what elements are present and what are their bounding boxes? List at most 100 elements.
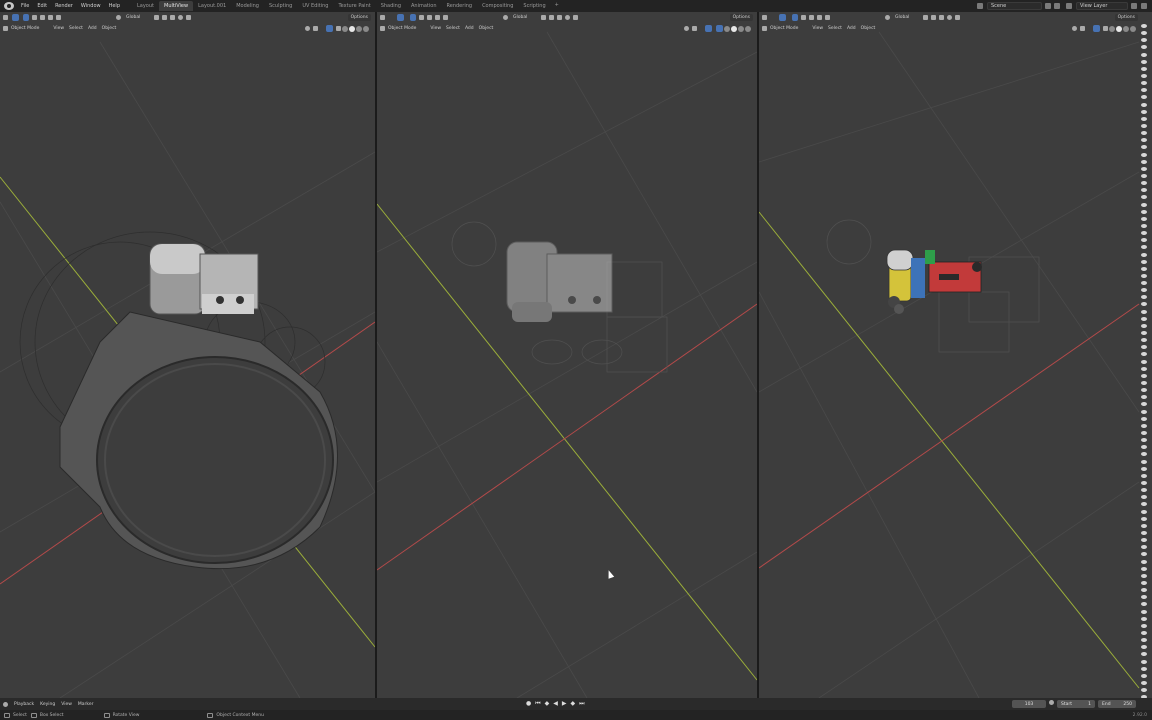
eye-icon[interactable] bbox=[1140, 295, 1147, 300]
view-layer-selector[interactable]: View Layer bbox=[1076, 2, 1128, 10]
eye-icon[interactable] bbox=[1140, 302, 1147, 307]
tab-shading[interactable]: Shading bbox=[376, 1, 406, 11]
eye-icon[interactable] bbox=[1140, 202, 1147, 207]
eye-icon[interactable] bbox=[1140, 530, 1147, 535]
menu-playback[interactable]: Playback bbox=[14, 702, 34, 707]
eye-icon[interactable] bbox=[1140, 123, 1147, 128]
eye-icon[interactable] bbox=[1140, 481, 1147, 485]
eye-icon[interactable] bbox=[1140, 231, 1147, 236]
eye-icon[interactable] bbox=[1140, 402, 1147, 407]
blender-logo-icon[interactable] bbox=[4, 2, 14, 10]
eye-icon[interactable] bbox=[1140, 145, 1147, 150]
menu-view[interactable]: View bbox=[61, 702, 72, 707]
eye-icon[interactable] bbox=[1140, 523, 1147, 528]
eye-icon[interactable] bbox=[1140, 666, 1147, 671]
eye-icon[interactable] bbox=[1140, 652, 1147, 657]
tab-layout-001[interactable]: Layout.001 bbox=[193, 1, 231, 11]
delete-view-layer-icon[interactable] bbox=[1141, 3, 1147, 9]
eye-icon[interactable] bbox=[1140, 623, 1147, 628]
eye-icon[interactable] bbox=[1140, 438, 1147, 443]
start-frame-field[interactable]: Start 1 bbox=[1057, 700, 1095, 708]
eye-icon[interactable] bbox=[1140, 602, 1147, 607]
eye-icon[interactable] bbox=[1140, 31, 1147, 36]
eye-icon[interactable] bbox=[1140, 316, 1147, 321]
tab-scripting[interactable]: Scripting bbox=[518, 1, 550, 11]
eye-icon[interactable] bbox=[1140, 323, 1147, 328]
eye-icon[interactable] bbox=[1140, 573, 1147, 578]
record-icon[interactable]: ● bbox=[526, 700, 531, 708]
eye-icon[interactable] bbox=[1140, 131, 1147, 136]
scene-canvas[interactable] bbox=[377, 12, 757, 698]
eye-icon[interactable] bbox=[1140, 281, 1147, 286]
motor-unit-object[interactable] bbox=[149, 243, 259, 315]
tab-texture-paint[interactable]: Texture Paint bbox=[333, 1, 375, 11]
menu-marker[interactable]: Marker bbox=[78, 702, 94, 707]
tab-uv-editing[interactable]: UV Editing bbox=[297, 1, 333, 11]
tab-sculpting[interactable]: Sculpting bbox=[264, 1, 297, 11]
eye-icon[interactable] bbox=[1140, 59, 1147, 64]
eye-icon[interactable] bbox=[1140, 95, 1147, 100]
tab-rendering[interactable]: Rendering bbox=[442, 1, 478, 11]
eye-icon[interactable] bbox=[1140, 580, 1147, 585]
eye-icon[interactable] bbox=[1140, 45, 1147, 50]
eye-icon[interactable] bbox=[1140, 173, 1147, 178]
eye-icon[interactable] bbox=[1140, 559, 1147, 564]
eye-icon[interactable] bbox=[1140, 259, 1147, 264]
eye-icon[interactable] bbox=[1140, 673, 1147, 678]
eye-icon[interactable] bbox=[1140, 473, 1147, 478]
eye-icon[interactable] bbox=[1140, 516, 1147, 521]
eye-icon[interactable] bbox=[1140, 152, 1147, 157]
eye-icon[interactable] bbox=[1140, 181, 1147, 186]
eye-icon[interactable] bbox=[1140, 359, 1147, 364]
menu-render[interactable]: Render bbox=[51, 3, 77, 9]
eye-icon[interactable] bbox=[1140, 345, 1147, 350]
scene-canvas[interactable] bbox=[759, 12, 1152, 698]
eye-icon[interactable] bbox=[1140, 459, 1147, 464]
eye-icon[interactable] bbox=[1140, 588, 1147, 593]
tab-layout[interactable]: Layout bbox=[132, 1, 159, 11]
eye-icon[interactable] bbox=[1140, 545, 1147, 550]
eye-icon[interactable] bbox=[1140, 388, 1147, 393]
eye-icon[interactable] bbox=[1140, 252, 1147, 257]
eye-icon[interactable] bbox=[1140, 24, 1147, 28]
eye-icon[interactable] bbox=[1140, 195, 1147, 200]
menu-keying[interactable]: Keying bbox=[40, 702, 55, 707]
jump-start-icon[interactable]: ⏮ bbox=[535, 700, 540, 708]
menu-window[interactable]: Window bbox=[77, 3, 105, 9]
eye-icon[interactable] bbox=[1140, 688, 1147, 693]
eye-icon[interactable] bbox=[1140, 102, 1147, 107]
clock-icon[interactable] bbox=[1049, 700, 1054, 705]
eye-icon[interactable] bbox=[1140, 538, 1147, 543]
motor-unit-xray-object[interactable] bbox=[506, 241, 613, 322]
jump-end-icon[interactable]: ⏭ bbox=[579, 700, 584, 708]
menu-edit[interactable]: Edit bbox=[33, 3, 51, 9]
eye-icon[interactable] bbox=[1140, 66, 1147, 71]
eye-icon[interactable] bbox=[1140, 209, 1147, 214]
eye-icon[interactable] bbox=[1140, 509, 1147, 514]
eye-icon[interactable] bbox=[1140, 373, 1147, 378]
eye-icon[interactable] bbox=[1140, 409, 1147, 414]
delete-scene-icon[interactable] bbox=[1054, 3, 1060, 9]
eye-icon[interactable] bbox=[1140, 659, 1147, 664]
eye-icon[interactable] bbox=[1140, 309, 1147, 314]
eye-icon[interactable] bbox=[1140, 423, 1147, 428]
eye-icon[interactable] bbox=[1140, 331, 1147, 336]
eye-icon[interactable] bbox=[1140, 109, 1147, 114]
eye-icon[interactable] bbox=[1140, 680, 1147, 685]
eye-icon[interactable] bbox=[1140, 338, 1147, 343]
eye-icon[interactable] bbox=[1140, 73, 1147, 78]
eye-icon[interactable] bbox=[1140, 266, 1147, 271]
eye-icon[interactable] bbox=[1140, 223, 1147, 228]
eye-icon[interactable] bbox=[1140, 245, 1147, 250]
menu-file[interactable]: File bbox=[17, 3, 33, 9]
tab-animation[interactable]: Animation bbox=[406, 1, 442, 11]
eye-icon[interactable] bbox=[1140, 630, 1147, 635]
eye-icon[interactable] bbox=[1140, 159, 1147, 164]
viewport-right[interactable]: Global Options Object Mode View Select A… bbox=[759, 12, 1152, 698]
eye-icon[interactable] bbox=[1140, 638, 1147, 643]
timeline-editor-icon[interactable] bbox=[3, 701, 8, 707]
eye-icon[interactable] bbox=[1140, 166, 1147, 171]
eye-icon[interactable] bbox=[1140, 502, 1147, 507]
play-reverse-icon[interactable]: ◀ bbox=[553, 700, 558, 708]
viewport-center[interactable]: Global Options Object Mode View Select A… bbox=[377, 12, 757, 698]
